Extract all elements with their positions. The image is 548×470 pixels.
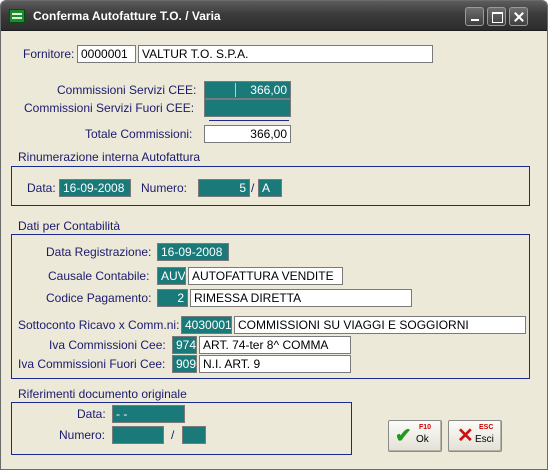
fornitore-label: Fornitore: <box>23 47 75 61</box>
iva-cee-desc-field: ART. 74-ter 8^ COMMA <box>199 336 351 354</box>
caret-marker <box>235 83 236 97</box>
sum-line <box>209 120 289 121</box>
riferimenti-numero-field[interactable] <box>112 426 164 444</box>
sottoconto-desc-field: COMMISSIONI SU VIAGGI E SOGGIORNI <box>234 316 526 334</box>
rinumerazione-section-title: Rinumerazione interna Autofattura <box>18 150 201 164</box>
iva-fuori-cee-desc-field: N.I. ART. 9 <box>199 355 351 373</box>
riferimenti-numero-label: Numero: <box>59 428 106 442</box>
exit-label: Esci <box>475 434 494 445</box>
ok-label: Ok <box>416 434 429 445</box>
close-button[interactable] <box>509 7 528 26</box>
totale-commissioni-label: Totale Commissioni: <box>85 127 193 141</box>
rinumerazione-separator: / <box>251 181 255 195</box>
rinumerazione-serie-field[interactable]: A <box>258 179 282 197</box>
exit-button[interactable]: ✕ ESC Esci <box>448 420 502 452</box>
ok-shortcut-key: F10 <box>419 424 432 431</box>
sottoconto-code-field[interactable]: 4030001 <box>181 316 232 334</box>
data-registrazione-label: Data Registrazione: <box>46 245 152 259</box>
commissioni-cee-value: 366,00 <box>250 83 287 97</box>
dialog-window: Conferma Autofatture T.O. / Varia Fornit… <box>0 0 548 470</box>
commissioni-fuori-cee-field[interactable] <box>204 99 291 117</box>
data-registrazione-field[interactable]: 16-09-2008 <box>157 243 229 261</box>
iva-fuori-cee-label: Iva Commissioni Fuori Cee: <box>18 357 166 371</box>
close-x-icon: ✕ <box>457 425 474 447</box>
commissioni-cee-label: Commissioni Servizi CEE: <box>57 83 197 97</box>
exit-shortcut-key: ESC <box>479 424 494 431</box>
commissioni-fuori-cee-label: Commissioni Servizi Fuori CEE: <box>24 101 195 115</box>
causale-contabile-label: Causale Contabile: <box>48 269 150 283</box>
pagamento-code-field[interactable]: 2 <box>157 289 188 307</box>
fornitore-code-field[interactable]: 0000001 <box>77 45 136 63</box>
iva-cee-code-field[interactable]: 974 <box>172 336 197 354</box>
causale-desc-field: AUTOFATTURA VENDITE <box>188 267 343 285</box>
contabilita-section-title: Dati per Contabilità <box>18 219 121 233</box>
close-icon <box>510 8 527 25</box>
commissioni-cee-field[interactable]: 366,00 <box>204 81 291 99</box>
causale-code-field[interactable]: AUV <box>157 267 186 285</box>
rinumerazione-data-label: Data: <box>27 181 56 195</box>
minimize-button[interactable] <box>465 7 484 26</box>
minimize-icon <box>466 8 483 25</box>
title-bar[interactable]: Conferma Autofatture T.O. / Varia <box>1 1 547 31</box>
riferimenti-data-label: Data: <box>77 407 106 421</box>
riferimenti-separator: / <box>171 428 175 442</box>
app-icon <box>9 9 25 23</box>
checkmark-icon: ✔ <box>395 425 412 447</box>
riferimenti-serie-field[interactable] <box>182 426 206 444</box>
rinumerazione-numero-field[interactable]: 5 <box>198 179 250 197</box>
pagamento-desc-field: RIMESSA DIRETTA <box>190 289 412 307</box>
riferimenti-data-field[interactable]: - - <box>112 405 185 423</box>
maximize-icon <box>488 8 505 25</box>
iva-cee-label: Iva Commissioni Cee: <box>49 338 166 352</box>
ok-button[interactable]: ✔ F10 Ok <box>388 420 442 452</box>
fornitore-name-field[interactable]: VALTUR T.O. S.P.A. <box>138 45 433 63</box>
totale-commissioni-field: 366,00 <box>204 125 291 143</box>
codice-pagamento-label: Codice Pagamento: <box>46 291 152 305</box>
maximize-button[interactable] <box>487 7 506 26</box>
window-title: Conferma Autofatture T.O. / Varia <box>33 9 221 23</box>
rinumerazione-numero-label: Numero: <box>141 181 188 195</box>
rinumerazione-data-field[interactable]: 16-09-2008 <box>59 179 131 197</box>
sottoconto-label: Sottoconto Ricavo x Comm.ni: <box>18 318 180 332</box>
iva-fuori-cee-code-field[interactable]: 909 <box>172 355 197 373</box>
riferimenti-section-title: Riferimenti documento originale <box>18 387 187 401</box>
